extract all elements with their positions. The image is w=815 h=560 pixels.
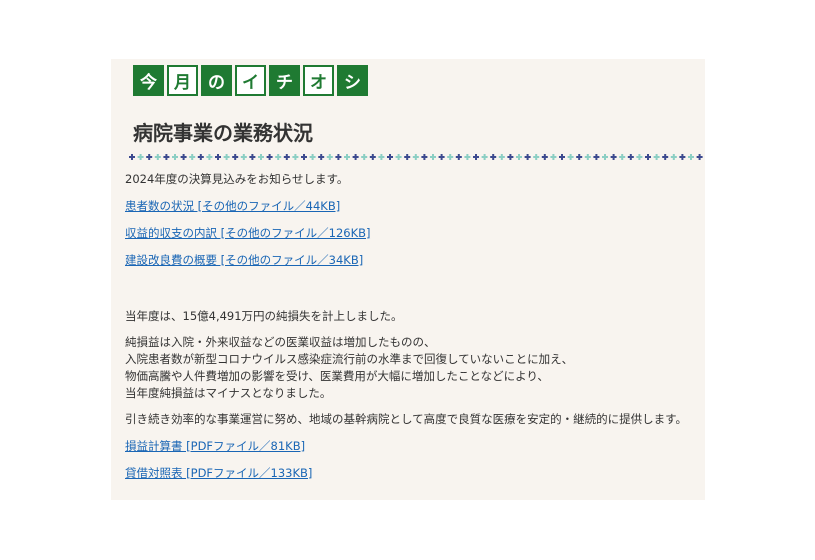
divider-cross bbox=[283, 154, 290, 160]
divider-cross bbox=[326, 154, 333, 160]
divider-cross bbox=[533, 154, 540, 160]
divider-cross bbox=[240, 154, 247, 160]
divider-cross bbox=[344, 154, 350, 160]
closing-text: 引き続き効率的な事業運営に努め、地域の基幹病院として高度で良質な医療を安定的・継… bbox=[125, 412, 687, 426]
divider-cross bbox=[619, 154, 626, 160]
summary-text: 当年度は、15億4,491万円の純損失を計上しました。 bbox=[125, 309, 403, 323]
divider-cross bbox=[163, 154, 170, 160]
divider-cross bbox=[507, 154, 514, 160]
badge-char: オ bbox=[303, 65, 334, 96]
divider-cross bbox=[516, 154, 522, 160]
divider-cross bbox=[481, 154, 488, 160]
page-title: 病院事業の業務状況 bbox=[133, 121, 313, 145]
divider-cross bbox=[455, 154, 462, 160]
divider-cross bbox=[627, 154, 634, 160]
divider-cross bbox=[361, 154, 368, 160]
divider-cross bbox=[275, 154, 282, 160]
divider-cross bbox=[137, 154, 144, 160]
divider-cross bbox=[258, 154, 264, 160]
divider-cross bbox=[550, 154, 557, 160]
divider-cross bbox=[318, 154, 325, 160]
divider-cross bbox=[498, 154, 505, 160]
badge-char: チ bbox=[269, 65, 300, 96]
divider-cross bbox=[309, 154, 316, 160]
explanation-line: 当年度純損益はマイナスとなりました。 bbox=[125, 386, 332, 400]
divider-cross bbox=[146, 154, 153, 160]
explanation-line: 入院患者数が新型コロナウイルス感染症流行前の水準まで回復していないことに加え、 bbox=[125, 352, 574, 366]
report-link-income-statement[interactable]: 損益計算書 [PDFファイル／81KB] bbox=[125, 439, 305, 453]
divider-cross bbox=[197, 154, 204, 160]
divider-cross bbox=[662, 154, 669, 160]
divider-cross bbox=[430, 154, 436, 160]
badge-char: 月 bbox=[167, 65, 198, 96]
file-link-construction-cost[interactable]: 建設改良費の概要 [その他のファイル／34KB] bbox=[125, 253, 363, 267]
divider-cross bbox=[369, 154, 376, 160]
divider-cross bbox=[576, 154, 583, 160]
article-body: 2024年度の決算見込みをお知らせします。 患者数の状況 [その他のファイル／4… bbox=[125, 171, 700, 482]
divider-cross bbox=[266, 154, 273, 160]
divider-cross bbox=[249, 154, 256, 160]
report-link-balance-sheet[interactable]: 貸借対照表 [PDFファイル／133KB] bbox=[125, 466, 312, 480]
divider-cross bbox=[421, 154, 428, 160]
divider-cross bbox=[636, 154, 643, 160]
divider-cross bbox=[232, 154, 239, 160]
divider-cross bbox=[541, 154, 548, 160]
divider-cross bbox=[602, 154, 608, 160]
badge-char: イ bbox=[235, 65, 266, 96]
badge-char: 今 bbox=[133, 65, 164, 96]
divider-cross bbox=[154, 154, 161, 160]
badge-char: の bbox=[201, 65, 232, 96]
divider-cross bbox=[189, 154, 196, 160]
divider-cross bbox=[584, 154, 591, 160]
explanation-line: 純損益は入院・外来収益などの医業収益は増加したものの、 bbox=[125, 335, 436, 349]
explanation-paragraph: 純損益は入院・外来収益などの医業収益は増加したものの、 入院患者数が新型コロナウ… bbox=[125, 334, 700, 402]
divider-cross bbox=[670, 154, 677, 160]
divider-cross bbox=[679, 154, 686, 160]
divider-cross bbox=[129, 154, 135, 160]
divider-cross bbox=[610, 154, 617, 160]
explanation-line: 物価高騰や人件費増加の影響を受け、医業費用が大幅に増加したことなどにより、 bbox=[125, 369, 549, 383]
divider-cross bbox=[378, 154, 385, 160]
divider-cross bbox=[464, 154, 471, 160]
divider-cross bbox=[206, 154, 213, 160]
divider-cross bbox=[696, 154, 703, 160]
divider-cross bbox=[653, 154, 660, 160]
divider-cross bbox=[180, 154, 187, 160]
divider-cross bbox=[301, 154, 307, 160]
divider-cross bbox=[559, 154, 565, 160]
file-link-revenue-breakdown[interactable]: 収益的収支の内訳 [その他のファイル／126KB] bbox=[125, 226, 371, 240]
divider-cross bbox=[335, 154, 342, 160]
divider-cross bbox=[438, 154, 445, 160]
divider-cross bbox=[395, 154, 402, 160]
intro-text: 2024年度の決算見込みをお知らせします。 bbox=[125, 172, 349, 186]
divider-cross bbox=[473, 154, 479, 160]
divider-cross bbox=[645, 154, 651, 160]
divider-cross bbox=[404, 154, 411, 160]
divider-cross bbox=[688, 154, 694, 160]
divider-cross bbox=[524, 154, 531, 160]
file-link-patient-count[interactable]: 患者数の状況 [その他のファイル／44KB] bbox=[125, 199, 340, 213]
monthly-pick-badge: 今 月 の イ チ オ シ bbox=[133, 65, 368, 96]
divider-cross bbox=[447, 154, 454, 160]
divider-cross bbox=[387, 154, 393, 160]
divider-cross bbox=[490, 154, 497, 160]
divider-cross bbox=[292, 154, 299, 160]
divider-cross bbox=[172, 154, 178, 160]
divider-cross bbox=[215, 154, 221, 160]
content-panel: 今 月 の イ チ オ シ 病院事業の業務状況 2024年度の決算見込みをお知ら… bbox=[111, 59, 705, 500]
divider-cross bbox=[567, 154, 574, 160]
divider-cross bbox=[593, 154, 600, 160]
divider-cross bbox=[412, 154, 419, 160]
divider-cross bbox=[223, 154, 230, 160]
divider-cross bbox=[352, 154, 359, 160]
badge-char: シ bbox=[337, 65, 368, 96]
decorative-divider bbox=[129, 154, 703, 160]
